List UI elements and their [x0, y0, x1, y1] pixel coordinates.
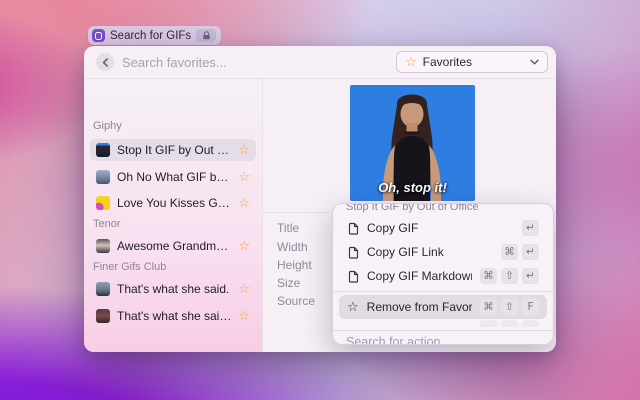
menu-item-label: Copy GIF Link [367, 245, 493, 259]
section-header-finer-gifs-club: Finer Gifs Club [93, 261, 166, 273]
metadata-label-source: Source [277, 294, 315, 308]
metadata-label-size: Size [277, 276, 300, 290]
list-item-label: Stop It GIF by Out of Office [117, 143, 231, 157]
return-key-badge: ↵ [522, 268, 539, 284]
f-key-badge: F [522, 299, 539, 315]
menu-item-copy-gif[interactable]: Copy GIF ↵ [339, 216, 547, 240]
star-icon[interactable]: ☆ [238, 171, 250, 184]
ghost-shortcut-badges [333, 320, 539, 327]
gif-thumbnail [96, 309, 110, 323]
return-key-badge: ↵ [522, 220, 539, 236]
gif-thumbnail [96, 282, 110, 296]
command-key-badge: ⌘ [501, 244, 518, 260]
menu-item-label: Copy GIF [367, 221, 514, 235]
list-item[interactable]: Stop It GIF by Out of Office ☆ [90, 139, 256, 161]
list-item[interactable]: Love You Kisses GIF by Ted… ☆ [90, 192, 256, 214]
shortcut-badges: ⌘ ↵ [501, 244, 539, 260]
menu-divider [333, 291, 553, 292]
action-menu: Stop It GIF by Out of Office Copy GIF ↵ … [332, 203, 554, 345]
star-icon[interactable]: ☆ [238, 144, 250, 157]
star-icon[interactable]: ☆ [238, 197, 250, 210]
shift-key-badge: ⇧ [501, 299, 518, 315]
desktop-wallpaper: Search for GIFs Search favorites... ☆ Fa… [0, 0, 640, 400]
sidebar: Giphy Stop It GIF by Out of Office ☆ Oh … [84, 79, 262, 352]
menu-item-label: Copy GIF Markdown [367, 269, 472, 283]
shortcut-badges: ⌘ ⇧ ↵ [480, 268, 539, 284]
shift-key-badge: ⇧ [501, 268, 518, 284]
lock-icon [196, 29, 216, 42]
metadata-label-title: Title [277, 221, 299, 235]
gif-thumbnail [96, 170, 110, 184]
action-menu-title: Stop It GIF by Out of Office [346, 203, 553, 213]
star-icon: ☆ [405, 56, 417, 69]
list-item[interactable]: That's what she said. ☆ [90, 278, 256, 300]
gif-caption: Oh, stop it! [350, 180, 475, 195]
menu-divider [333, 330, 553, 331]
return-key-badge: ↵ [522, 244, 539, 260]
chevron-down-icon [530, 59, 539, 65]
metadata-label-height: Height [277, 258, 312, 272]
command-key-badge: ⌘ [480, 268, 497, 284]
breadcrumb[interactable]: Search for GIFs [88, 26, 221, 45]
list-item[interactable]: Awesome Grandma GIF ☆ [90, 235, 256, 257]
list-item-label: That's what she said. [117, 282, 231, 296]
menu-item-copy-gif-link[interactable]: Copy GIF Link ⌘ ↵ [339, 240, 547, 264]
list-item-label: Awesome Grandma GIF [117, 239, 231, 253]
menu-item-label: Remove from Favorites [367, 300, 472, 314]
star-icon[interactable]: ☆ [238, 310, 250, 323]
sidebar-divider [262, 78, 263, 352]
clipboard-icon [347, 270, 359, 283]
favorites-dropdown[interactable]: ☆ Favorites [396, 51, 548, 73]
list-item-label: That's what she said? [117, 309, 231, 323]
shortcut-badges: ↵ [522, 220, 539, 236]
list-item[interactable]: That's what she said? ☆ [90, 305, 256, 327]
command-key-badge: ⌘ [480, 299, 497, 315]
clipboard-icon [347, 246, 359, 259]
window-header: Search favorites... ☆ Favorites [84, 46, 556, 78]
gif-extension-icon [92, 29, 105, 42]
favorites-dropdown-label: Favorites [423, 55, 472, 69]
section-header-tenor: Tenor [93, 218, 121, 230]
chevron-left-icon [102, 58, 109, 67]
gif-thumbnail [96, 143, 110, 157]
back-button[interactable] [96, 53, 114, 71]
star-icon[interactable]: ☆ [238, 283, 250, 296]
app-window: Search favorites... ☆ Favorites Giphy St… [84, 46, 556, 352]
list-item-label: Oh No What GIF by Major Le… [117, 170, 231, 184]
metadata-label-width: Width [277, 240, 308, 254]
section-header-giphy: Giphy [93, 120, 122, 132]
list-item[interactable]: Oh No What GIF by Major Le… ☆ [90, 166, 256, 188]
menu-item-copy-gif-markdown[interactable]: Copy GIF Markdown ⌘ ⇧ ↵ [339, 264, 547, 288]
action-search-input[interactable]: Search for action... [346, 335, 553, 345]
gif-thumbnail [96, 196, 110, 210]
list-item-label: Love You Kisses GIF by Ted… [117, 196, 231, 210]
star-icon: ☆ [347, 301, 359, 314]
shortcut-badges: ⌘ ⇧ F [480, 299, 539, 315]
gif-preview: Oh, stop it! [350, 85, 475, 201]
search-input[interactable]: Search favorites... [122, 55, 227, 70]
clipboard-icon [347, 222, 359, 235]
star-icon[interactable]: ☆ [238, 240, 250, 253]
gif-thumbnail [96, 239, 110, 253]
menu-item-remove-from-favorites[interactable]: ☆ Remove from Favorites ⌘ ⇧ F [339, 295, 547, 319]
breadcrumb-title: Search for GIFs [110, 30, 191, 42]
